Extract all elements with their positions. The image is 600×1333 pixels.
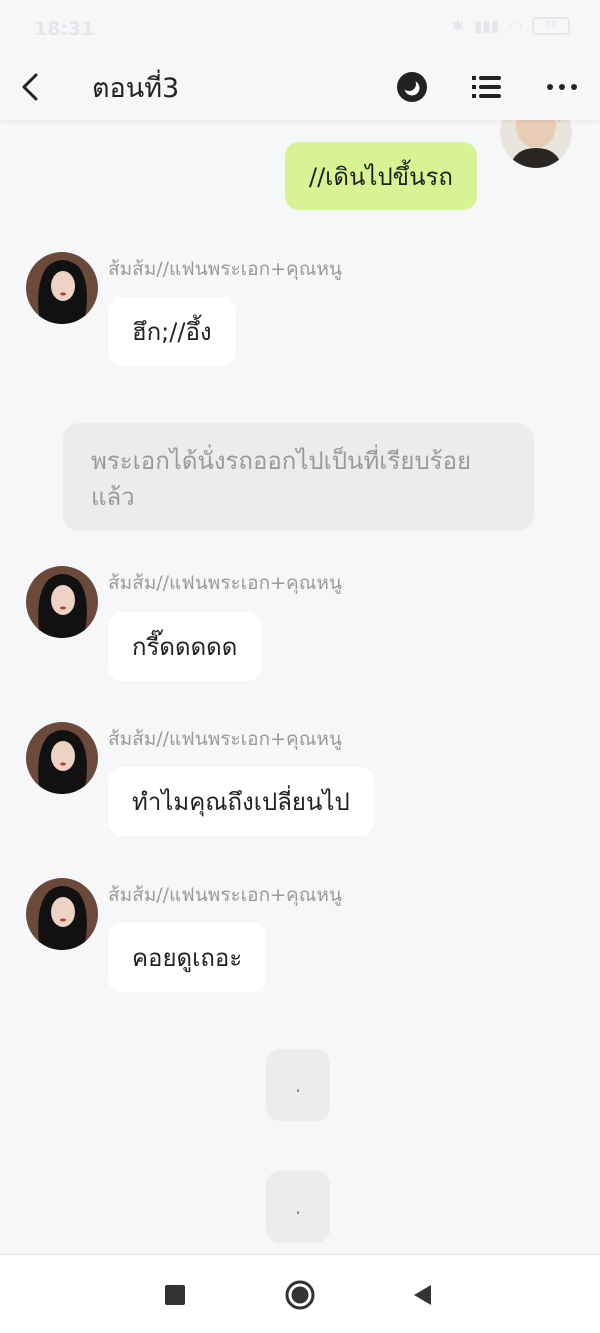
bluetooth-icon: ✱ [451, 17, 465, 35]
page-title: ตอนที่3 [92, 73, 180, 104]
sender-name: ส้มส้ม//แฟนพระเอก+คุณหนู [108, 884, 342, 906]
status-bar: 18:31 ✱ ▮▮▮ ◠ 58 [0, 0, 600, 58]
narration-box: พระเอกได้นั่งรถออกไปเป็นที่เรียบร้อยแล้ว [63, 423, 534, 531]
message-bubble-other: คอยดูเถอะ [108, 923, 267, 992]
status-icons: ✱ ▮▮▮ ◠ 58 [452, 17, 570, 35]
message-bubble-other: ฮึก;//อึ้ง [108, 297, 236, 366]
top-bar: ตอนที่3 [0, 58, 600, 120]
home-button[interactable] [280, 1275, 320, 1315]
my-avatar[interactable] [500, 120, 572, 168]
chat-area[interactable]: //เดินไปขึ้นรถ ส้มส้ม//แฟนพระเอก+คุณหนู … [0, 120, 600, 1254]
episode-list-button[interactable] [464, 64, 510, 110]
sender-name: ส้มส้ม//แฟนพระเอก+คุณหนู [108, 258, 342, 280]
sender-name: ส้มส้ม//แฟนพระเอก+คุณหนู [108, 572, 342, 594]
pending-message-bubble: . [266, 1049, 330, 1121]
more-icon [547, 84, 577, 90]
list-icon [472, 76, 501, 98]
back-nav-button[interactable] [402, 1275, 442, 1315]
other-avatar[interactable] [26, 722, 98, 794]
moon-icon [397, 72, 427, 102]
pending-message-bubble: . [266, 1171, 330, 1243]
recent-apps-button[interactable] [155, 1275, 195, 1315]
square-icon [165, 1285, 185, 1305]
message-bubble-other: ทำไมคุณถึงเปลี่ยนไป [108, 767, 374, 836]
theme-toggle-button[interactable] [389, 64, 435, 110]
more-button[interactable] [539, 64, 585, 110]
back-arrow-icon [22, 73, 38, 101]
message-bubble-me: //เดินไปขึ้นรถ [285, 142, 477, 210]
message-bubble-other: กรี๊ดดดดด [108, 612, 262, 681]
system-nav-bar [0, 1254, 600, 1333]
home-circle-icon [285, 1280, 315, 1310]
wifi-icon: ◠ [508, 17, 522, 35]
back-triangle-icon [414, 1285, 431, 1305]
back-button[interactable] [10, 64, 50, 110]
signal-icon: ▮▮▮ [474, 17, 499, 35]
other-avatar[interactable] [26, 252, 98, 324]
sender-name: ส้มส้ม//แฟนพระเอก+คุณหนู [108, 728, 342, 750]
battery-icon: 58 [532, 17, 570, 35]
other-avatar[interactable] [26, 878, 98, 950]
other-avatar[interactable] [26, 566, 98, 638]
status-time: 18:31 [34, 18, 95, 40]
